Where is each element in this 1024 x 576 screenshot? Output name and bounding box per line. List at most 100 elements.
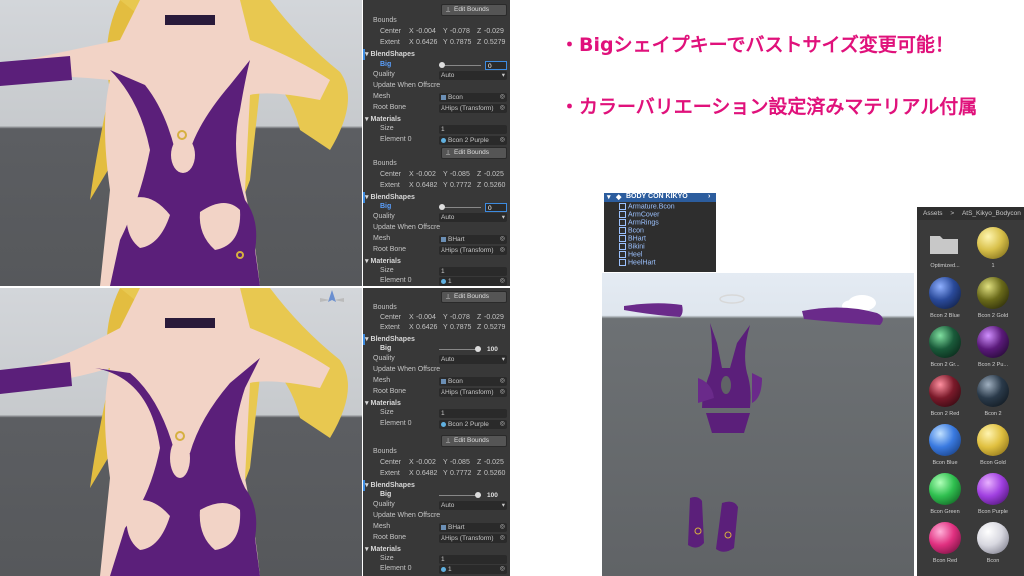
mesh-icon (441, 378, 446, 384)
cube-icon (619, 219, 626, 226)
target-icon[interactable]: ◎ (500, 136, 505, 145)
mesh-field[interactable]: Bcon ◎ (439, 93, 507, 102)
mesh-field-2[interactable]: BHart ◎ (439, 235, 507, 244)
bounds-label-2: Bounds (373, 448, 397, 455)
asset-material[interactable]: Bcon Green (925, 473, 965, 523)
blendshapes-section-2[interactable]: BlendShapes (365, 481, 415, 489)
mesh-field-2[interactable]: BHart ◎ (439, 523, 507, 532)
hierarchy-item[interactable]: BHart (619, 235, 646, 243)
hierarchy-root-item[interactable]: ▾ ◆ BODY CON KIKYO › (604, 193, 716, 202)
big-slider-knob[interactable] (475, 346, 481, 352)
materials-section[interactable]: Materials (365, 399, 401, 407)
materials-section-2[interactable]: Materials (365, 545, 401, 553)
mesh-field[interactable]: Bcon ◎ (439, 377, 507, 386)
big-slider-2[interactable] (439, 492, 481, 498)
scene-view-top[interactable] (0, 0, 362, 286)
target-icon[interactable]: ◎ (500, 388, 505, 397)
target-icon[interactable]: ◎ (500, 246, 505, 255)
hierarchy-item[interactable]: ArmRings (619, 219, 659, 227)
target-icon[interactable]: ◎ (500, 235, 505, 244)
edit-bounds-button-2[interactable]: ⟂ Edit Bounds (441, 147, 507, 159)
root-bone-field[interactable]: ⅄Hips (Transform) ◎ (439, 104, 507, 113)
scene-view-outfit-parts[interactable] (602, 273, 914, 576)
materials-section-2[interactable]: Materials (365, 257, 401, 265)
edit-bounds-icon: ⟂ (445, 6, 451, 13)
quality-dropdown-2[interactable]: Auto ▾ (439, 213, 507, 222)
quality-dropdown-2[interactable]: Auto ▾ (439, 501, 507, 510)
asset-folder-optimized[interactable]: Optimized... (925, 227, 965, 277)
assets-breadcrumb[interactable]: Assets > AtS_Kikyo_Bodycon (917, 207, 1024, 220)
element0-field-2[interactable]: 1 ◎ (439, 277, 507, 286)
edit-bounds-button-2[interactable]: ⟂ Edit Bounds (441, 435, 507, 447)
big-value-field[interactable]: 0 (485, 61, 507, 70)
materials-section[interactable]: Materials (365, 115, 401, 123)
material-preview-icon (977, 473, 1009, 505)
size-field-2[interactable]: 1 (439, 555, 507, 564)
target-icon[interactable]: ◎ (500, 420, 505, 429)
big-slider[interactable] (439, 62, 481, 68)
size-label-2: Size (380, 267, 394, 274)
size-field-2[interactable]: 1 (439, 267, 507, 276)
big-slider-knob[interactable] (439, 62, 445, 68)
hierarchy-item[interactable]: HeelHart (619, 259, 656, 267)
target-icon[interactable]: ◎ (500, 523, 505, 532)
target-icon[interactable]: ◎ (500, 93, 505, 102)
asset-material[interactable]: Bcon 2 Gr... (925, 326, 965, 376)
asset-material[interactable]: Bcon Purple (973, 473, 1013, 523)
big-slider-2[interactable] (439, 204, 481, 210)
hierarchy-item[interactable]: ArmCover (619, 211, 660, 219)
target-icon[interactable]: ◎ (500, 277, 505, 286)
asset-material[interactable]: Bcon Gold (973, 424, 1013, 474)
scene-gizmo-icon[interactable] (316, 288, 348, 308)
asset-material[interactable]: Bcon (973, 522, 1013, 572)
update-offscreen-label-2: Update When Offscre (373, 512, 441, 519)
hierarchy-item[interactable]: Bikini (619, 243, 645, 251)
blendshapes-section-2[interactable]: BlendShapes (365, 193, 415, 201)
blendshapes-section[interactable]: BlendShapes (365, 50, 415, 58)
asset-material[interactable]: Bcon Red (925, 522, 965, 572)
root-bone-field[interactable]: ⅄Hips (Transform) ◎ (439, 388, 507, 397)
mesh-label-2: Mesh (373, 235, 391, 242)
hierarchy-item[interactable]: Armature.Bcon (619, 203, 675, 211)
asset-material[interactable]: Bcon Blue (925, 424, 965, 474)
size-field[interactable]: 1 (439, 409, 507, 418)
material-preview-icon (929, 277, 961, 309)
size-field[interactable]: 1 (439, 125, 507, 134)
big-value-field[interactable]: 100 (485, 345, 507, 354)
element0-field[interactable]: Bcon 2 Purple ◎ (439, 420, 507, 429)
hierarchy-item[interactable]: Heel (619, 251, 642, 259)
asset-material[interactable]: 1 (973, 227, 1013, 277)
size-label: Size (380, 409, 394, 416)
edit-bounds-button[interactable]: ⟂ Edit Bounds (441, 4, 507, 16)
blendshapes-section[interactable]: BlendShapes (365, 335, 415, 343)
root-bone-field-2[interactable]: ⅄Hips (Transform) ◎ (439, 246, 507, 255)
root-bone-field-2[interactable]: ⅄Hips (Transform) ◎ (439, 534, 507, 543)
asset-material[interactable]: Bcon 2 Blue (925, 277, 965, 327)
target-icon[interactable]: ◎ (500, 534, 505, 543)
big-slider[interactable] (439, 346, 481, 352)
element0-field-2[interactable]: 1 ◎ (439, 565, 507, 574)
big-slider-knob-2[interactable] (439, 204, 445, 210)
element0-field[interactable]: Bcon 2 Purple ◎ (439, 136, 507, 145)
chevron-right-icon[interactable]: › (708, 193, 710, 200)
big-slider-knob-2[interactable] (475, 492, 481, 498)
mesh-label-2: Mesh (373, 523, 391, 530)
big-value-field-2[interactable]: 100 (485, 491, 507, 500)
dropdown-icon: ▾ (501, 72, 505, 79)
scene-view-bottom[interactable] (0, 288, 362, 576)
hierarchy-item[interactable]: Bcon (619, 227, 644, 235)
quality-dropdown[interactable]: Auto ▾ (439, 355, 507, 364)
asset-material[interactable]: Bcon 2 Gold (973, 277, 1013, 327)
edit-bounds-button[interactable]: ⟂ Edit Bounds (441, 291, 507, 303)
asset-material[interactable]: Bcon 2 (973, 375, 1013, 425)
asset-material[interactable]: Bcon 2 Red (925, 375, 965, 425)
asset-material[interactable]: Bcon 2 Pu... (973, 326, 1013, 376)
target-icon[interactable]: ◎ (500, 565, 505, 574)
big-value-field-2[interactable]: 0 (485, 203, 507, 212)
quality-label-2: Quality (373, 501, 395, 508)
element0-label: Element 0 (380, 420, 412, 427)
target-icon[interactable]: ◎ (500, 377, 505, 386)
target-icon[interactable]: ◎ (500, 104, 505, 113)
expand-arrow-icon[interactable]: ▾ (607, 193, 611, 201)
quality-dropdown[interactable]: Auto ▾ (439, 71, 507, 80)
